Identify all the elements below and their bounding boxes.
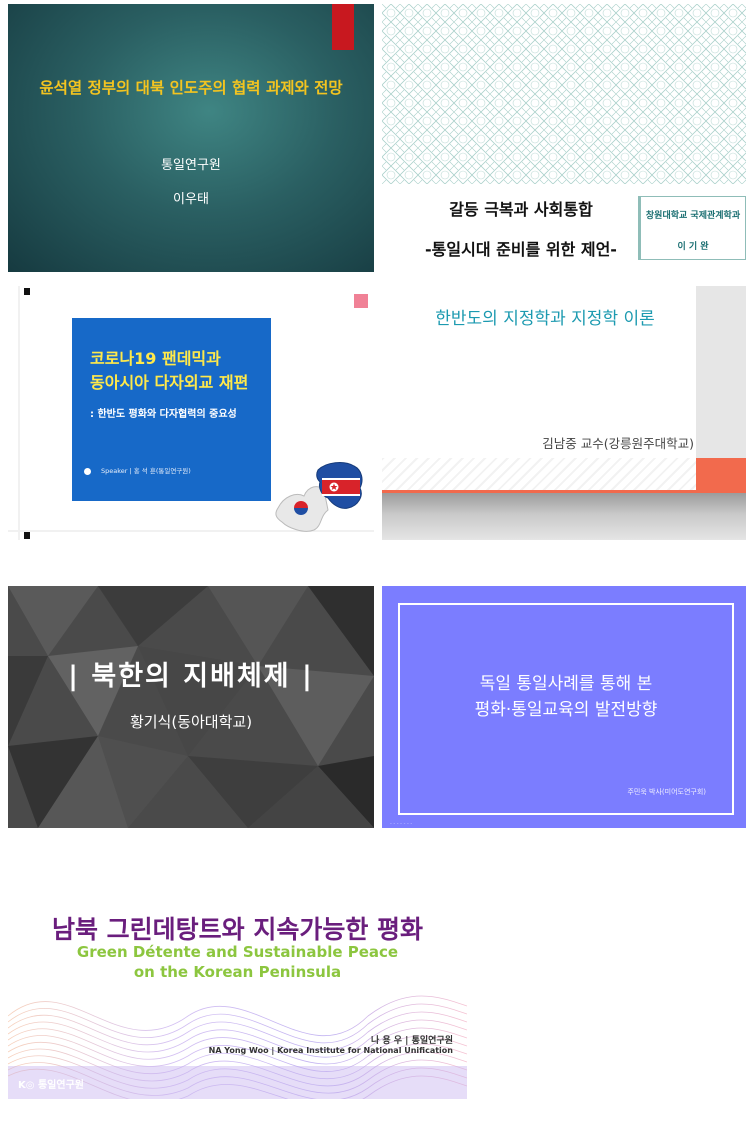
pink-square-decoration: [354, 294, 368, 308]
red-tab-decoration: [332, 4, 354, 50]
corner-mark: [24, 288, 30, 295]
slide-subtitle: -통일시대 준비를 위한 제언-: [425, 240, 617, 259]
slide-title-line-1: 코로나19 팬데믹과: [90, 349, 221, 368]
logo-text: 통일연구원: [37, 1080, 84, 1091]
slide-thumbnail-1[interactable]: 윤석열 정부의 대북 인도주의 협력 과제와 전망 통일연구원 이우태: [8, 4, 374, 272]
geometric-pattern-background: [382, 4, 746, 184]
speaker-text: Speaker | 홍 석 훈(통일연구원): [101, 467, 191, 475]
slide-author: 나 용 우 | 통일연구원: [370, 1036, 453, 1046]
author-box: 창원대학교 국제관계학과 이 기 완: [638, 196, 746, 260]
white-frame: 독일 통일사례를 통해 본 평화·통일교육의 발전방향 주민욱 박사(미어도연구…: [398, 603, 734, 815]
slide-title: 윤석열 정부의 대북 인도주의 협력 과제와 전망: [39, 79, 343, 97]
slide-thumbnail-4[interactable]: 한반도의 지정학과 지정학 이론 김남중 교수(강릉원주대학교): [382, 286, 746, 540]
slide-title-line-2: 동아시아 다자외교 재편: [90, 373, 249, 392]
slide-title: | 북한의 지배체제 |: [68, 661, 314, 692]
author-affiliation: 창원대학교 국제관계학과: [645, 211, 741, 221]
slide-author: 이 기 완: [677, 242, 709, 252]
grey-gradient-band: [382, 493, 746, 540]
stripe-band-decoration: [382, 458, 696, 494]
low-poly-background: [8, 586, 374, 828]
slide-title: 갈등 극복과 사회통합: [449, 200, 593, 219]
slide-author: 주민욱 박사(미어도연구회): [627, 788, 706, 796]
korea-puzzle-icon: [275, 462, 363, 532]
slide-thumbnail-2[interactable]: 갈등 극복과 사회통합 -통일시대 준비를 위한 제언- 창원대학교 국제관계학…: [382, 4, 746, 272]
red-block-decoration: [696, 458, 746, 494]
slide-author: 이우태: [173, 192, 209, 207]
slide-title: 한반도의 지정학과 지정학 이론: [435, 309, 655, 329]
speaker-line: Speaker | 홍 석 훈(통일연구원): [84, 465, 191, 475]
title-panel: 코로나19 팬데믹과 동아시아 다자외교 재편 : 한반도 평화와 다자협력의 …: [72, 318, 271, 501]
slide-edge-line: [18, 286, 20, 540]
slide-thumbnail-7[interactable]: 남북 그린데탕트와 지속가능한 평화 Green Détente and Sus…: [8, 896, 467, 1099]
slide-title-english-line-2: on the Korean Peninsula: [133, 963, 342, 981]
slide-author-english: NA Yong Woo | Korea Institute for Nation…: [208, 1046, 453, 1055]
slide-title-english-line-1: Green Détente and Sustainable Peace: [76, 943, 399, 961]
slide-footer: - - - - - - -: [390, 821, 413, 827]
corner-mark: [24, 532, 30, 539]
slide-title: 남북 그린데탕트와 지속가능한 평화: [51, 915, 424, 944]
slide-author: 황기식(동아대학교): [129, 713, 253, 731]
slide-thumbnail-3[interactable]: 코로나19 팬데믹과 동아시아 다자외교 재편 : 한반도 평화와 다자협력의 …: [8, 286, 374, 540]
slide-organization: 통일연구원: [161, 158, 221, 173]
slide-title-line-2: 평화·통일교육의 발전방향: [474, 700, 658, 720]
slide-title-line-1: 독일 통일사례를 통해 본: [479, 674, 653, 694]
slide-thumbnail-5[interactable]: | 북한의 지배체제 | 황기식(동아대학교): [8, 586, 374, 828]
bullet-icon: [84, 467, 91, 475]
institute-logo: K◎ 통일연구원: [18, 1076, 84, 1091]
slide-thumbnail-6[interactable]: 독일 통일사례를 통해 본 평화·통일교육의 발전방향 주민욱 박사(미어도연구…: [382, 586, 746, 828]
slide-author: 김남중 교수(강릉원주대학교): [542, 436, 694, 451]
slide-subtitle: : 한반도 평화와 다자협력의 중요성: [90, 409, 237, 420]
logo-icon: K◎: [18, 1080, 38, 1091]
